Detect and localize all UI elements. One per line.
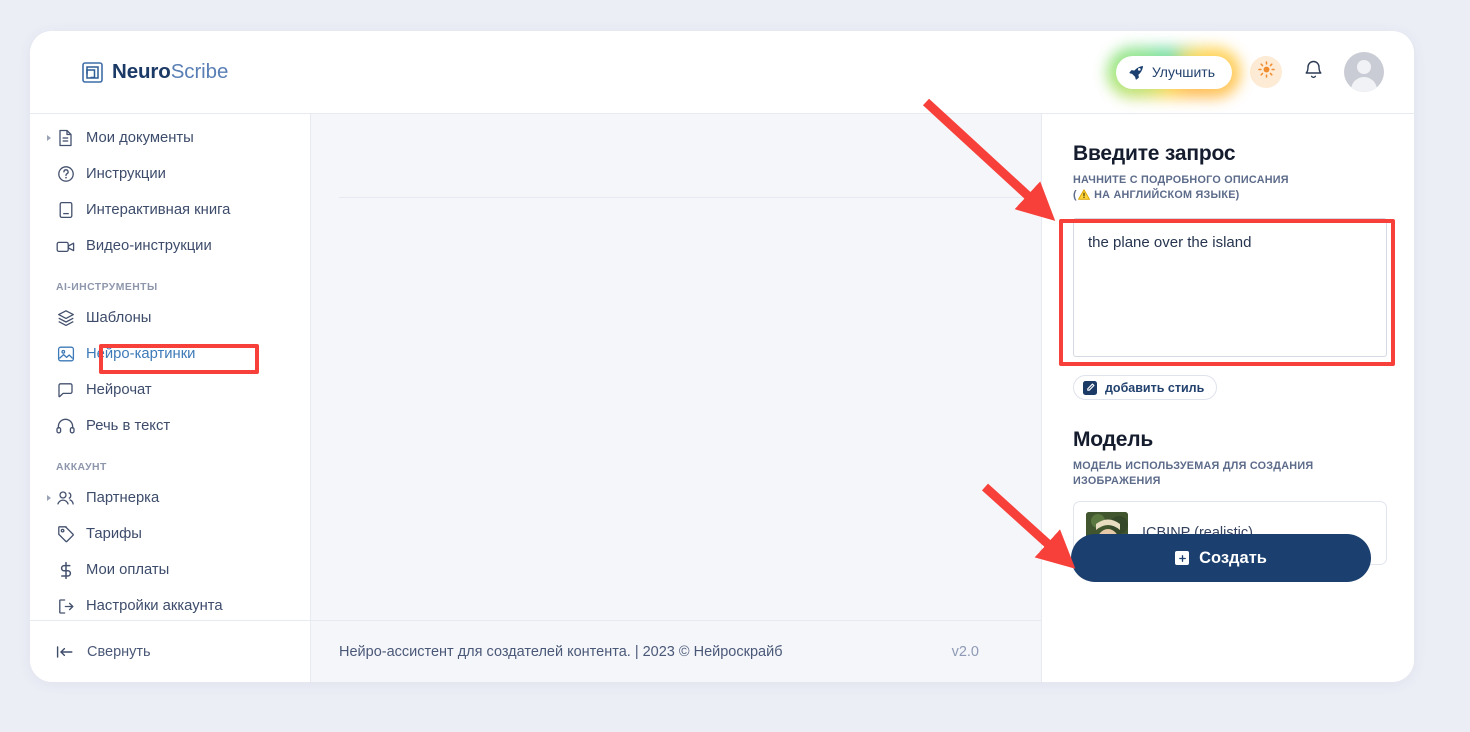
footer-version: v2.0 (951, 643, 979, 660)
sidebar-collapse-label: Свернуть (87, 643, 151, 660)
sidebar-item-my-documents[interactable]: Мои документы (30, 120, 310, 156)
bell-icon (1304, 59, 1323, 85)
rocket-icon (1129, 65, 1144, 80)
prompt-hint-prefix: ( (1073, 188, 1077, 201)
sidebar-item-my-payments[interactable]: Мои оплаты (30, 552, 310, 588)
tag-icon (56, 525, 75, 544)
sidebar: Мои документы Инструкции Интерактивная к… (30, 113, 311, 682)
sidebar-item-label: Шаблоны (86, 310, 152, 326)
sidebar-section-account: АККАУНТ (56, 462, 107, 473)
sidebar-item-neurochat[interactable]: Нейрочат (30, 372, 310, 408)
create-button-label: Создать (1199, 548, 1267, 567)
brand-name-bold: Neuro (112, 60, 171, 83)
prompt-panel: Введите запрос НАЧНИТЕ С ПОДРОБНОГО ОПИС… (1041, 113, 1414, 682)
upgrade-button[interactable]: Улучшить (1115, 55, 1232, 89)
layers-icon (56, 309, 75, 328)
app-window: NeuroScribe Улучшить Мои документы Инстр… (30, 31, 1414, 682)
chevron-right-icon (47, 135, 51, 141)
gallery-area (311, 114, 1041, 620)
notifications-button[interactable] (1300, 58, 1326, 86)
prompt-panel-hint: НАЧНИТЕ С ПОДРОБНОГО ОПИСАНИЯ ( НА АНГЛИ… (1073, 173, 1386, 204)
brand-name: NeuroScribe (112, 60, 228, 84)
image-icon (56, 345, 75, 364)
sidebar-item-label: Тарифы (86, 526, 142, 542)
add-style-label: добавить стиль (1105, 380, 1205, 395)
video-camera-icon (56, 237, 75, 256)
sidebar-item-label: Настройки аккаунта (86, 598, 223, 614)
sidebar-item-interactive-book[interactable]: Интерактивная книга (30, 192, 310, 228)
brand-logo-group[interactable]: NeuroScribe (82, 60, 228, 84)
sidebar-item-account-settings[interactable]: Настройки аккаунта (30, 588, 310, 620)
chat-bubble-icon (56, 381, 75, 400)
sun-icon (1257, 61, 1275, 83)
sidebar-item-label: Инструкции (86, 166, 166, 182)
prompt-panel-title: Введите запрос (1073, 142, 1236, 165)
sidebar-item-label: Речь в текст (86, 418, 171, 434)
sidebar-item-label: Видео-инструкции (86, 238, 212, 254)
sidebar-item-video-instructions[interactable]: Видео-инструкции (30, 228, 310, 264)
app-header: NeuroScribe Улучшить (30, 31, 1414, 113)
app-body: Мои документы Инструкции Интерактивная к… (30, 113, 1414, 682)
sidebar-item-neuro-pictures[interactable]: Нейро-картинки (30, 336, 310, 372)
model-section-title: Модель (1073, 428, 1154, 452)
content-divider (339, 197, 1041, 198)
sidebar-nav-scroll-clip: Мои документы Инструкции Интерактивная к… (30, 114, 310, 620)
sidebar-item-label: Партнерка (86, 490, 160, 506)
pencil-square-icon (1083, 380, 1097, 395)
upgrade-button-label: Улучшить (1151, 64, 1215, 80)
theme-toggle-button[interactable] (1250, 56, 1282, 88)
sidebar-item-templates[interactable]: Шаблоны (30, 300, 310, 336)
app-footer: Нейро-ассистент для создателей контента.… (311, 620, 1041, 682)
sidebar-nav[interactable]: Мои документы Инструкции Интерактивная к… (30, 114, 310, 620)
nested-squares-logo-icon (82, 61, 103, 83)
create-button[interactable]: Создать (1071, 534, 1371, 582)
document-icon (56, 129, 75, 148)
plus-square-icon (1175, 551, 1190, 565)
footer-text: Нейро-ассистент для создателей контента.… (339, 643, 783, 660)
prompt-hint-line2: НА АНГЛИЙСКОМ ЯЗЫКЕ) (1094, 188, 1240, 201)
warning-triangle-icon (1077, 188, 1090, 205)
sidebar-item-instructions[interactable]: Инструкции (30, 156, 310, 192)
dollar-icon (56, 561, 75, 580)
logout-icon (56, 597, 75, 616)
user-avatar[interactable] (1344, 52, 1384, 92)
prompt-hint-line1: НАЧНИТЕ С ПОДРОБНОГО ОПИСАНИЯ (1073, 174, 1289, 186)
sidebar-item-speech-to-text[interactable]: Речь в текст (30, 408, 310, 444)
sidebar-item-label: Мои оплаты (86, 562, 170, 578)
chevron-right-icon (47, 495, 51, 501)
headphones-icon (56, 417, 75, 436)
sidebar-item-tariffs[interactable]: Тарифы (30, 516, 310, 552)
sidebar-item-label: Интерактивная книга (86, 202, 231, 218)
model-section-subtitle: МОДЕЛЬ ИСПОЛЬЗУЕМАЯ ДЛЯ СОЗДАНИЯ ИЗОБРАЖ… (1073, 460, 1314, 487)
sidebar-collapse-button[interactable]: Свернуть (30, 620, 310, 682)
add-style-button[interactable]: добавить стиль (1073, 375, 1218, 401)
sidebar-item-label: Нейро-картинки (86, 346, 196, 362)
sidebar-section-ai-tools: AI-ИНСТРУМЕНТЫ (56, 282, 158, 293)
sidebar-item-partner-program[interactable]: Партнерка (30, 480, 310, 516)
book-icon (56, 201, 75, 220)
users-icon (56, 489, 75, 508)
question-circle-icon (56, 165, 75, 184)
upgrade-button-wrapper: Улучшить (1106, 46, 1241, 98)
sidebar-item-label: Мои документы (86, 130, 194, 146)
brand-name-light: Scribe (170, 60, 229, 83)
prompt-input[interactable] (1073, 218, 1387, 358)
header-actions: Улучшить (1106, 46, 1384, 98)
collapse-left-icon (56, 645, 74, 659)
main-column: Нейро-ассистент для создателей контента.… (311, 113, 1041, 682)
sidebar-item-label: Нейрочат (86, 382, 152, 398)
